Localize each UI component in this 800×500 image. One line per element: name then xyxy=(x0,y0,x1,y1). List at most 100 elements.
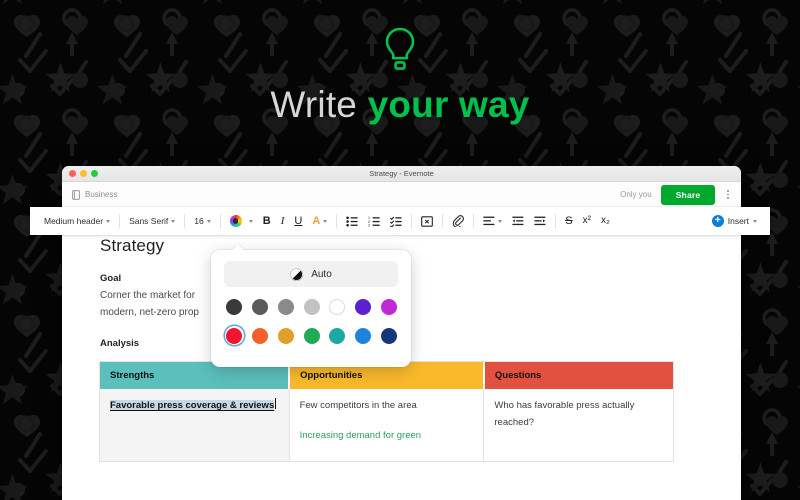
swatch-amber[interactable] xyxy=(276,326,295,345)
traffic-lights[interactable] xyxy=(69,170,98,177)
swatch-light-gray[interactable] xyxy=(302,297,321,316)
chevron-down-icon xyxy=(753,219,757,223)
subscript-button[interactable]: x₂ xyxy=(596,214,615,228)
text-cursor xyxy=(275,398,277,410)
attachment-button[interactable] xyxy=(447,213,469,229)
superscript-button[interactable]: x² xyxy=(578,214,596,228)
font-family-label: Sans Serif xyxy=(129,216,169,226)
color-picker-popover[interactable]: Auto xyxy=(211,244,411,367)
color-swatch-row-1 xyxy=(224,297,398,316)
table-header-questions[interactable]: Questions xyxy=(483,362,673,390)
text-color-button[interactable] xyxy=(225,213,258,229)
underline-label: U xyxy=(294,214,303,227)
notebook-icon xyxy=(72,189,80,200)
numbered-list-icon: 1 2 3 xyxy=(368,216,380,227)
outdent-icon xyxy=(534,216,546,226)
cell-questions[interactable]: Who has favorable press actually reached… xyxy=(484,389,673,461)
notebook-selector[interactable]: Business xyxy=(71,189,118,200)
code-block-button[interactable] xyxy=(416,214,438,229)
swatch-magenta[interactable] xyxy=(379,297,398,316)
zoom-button[interactable] xyxy=(91,170,98,177)
highlight-button[interactable]: A xyxy=(307,214,332,229)
swatch-teal[interactable] xyxy=(328,326,347,345)
numbered-list-button[interactable]: 1 2 3 xyxy=(363,214,385,229)
attachment-icon xyxy=(453,215,465,227)
cell-strengths[interactable]: Favorable press coverage & reviews xyxy=(100,389,290,462)
outdent-button[interactable] xyxy=(529,214,551,228)
plus-icon: + xyxy=(711,215,724,227)
color-swatch-row-2 xyxy=(224,326,398,345)
insert-button[interactable]: + Insert xyxy=(711,215,761,227)
font-family-select[interactable]: Sans Serif xyxy=(124,214,180,228)
notebook-label: Business xyxy=(85,190,118,199)
auto-label: Auto xyxy=(311,268,332,280)
chevron-down-icon xyxy=(106,219,111,223)
bold-button[interactable]: B xyxy=(258,214,276,229)
format-toolbar: Medium header Sans Serif 16 B I U A 1 2 … xyxy=(30,207,770,235)
color-wheel-icon xyxy=(229,215,242,227)
auto-color-button[interactable]: Auto xyxy=(224,261,398,287)
divider xyxy=(219,214,221,228)
font-size-select[interactable]: 16 xyxy=(189,214,215,228)
swot-table[interactable]: Strengths Opportunities Questions Favora… xyxy=(100,362,673,462)
chevron-down-icon xyxy=(498,219,503,223)
goal-text-left: Corner the market for xyxy=(100,290,196,301)
strikethrough-button[interactable]: S xyxy=(560,214,577,229)
window-titlebar: Strategy - Evernote xyxy=(62,166,741,182)
superscript-label: x² xyxy=(582,215,591,226)
paragraph-style-label: Medium header xyxy=(44,216,104,226)
cell-opportunities[interactable]: Few competitors in the area Increasing d… xyxy=(289,389,485,462)
code-block-icon xyxy=(421,215,434,227)
bold-label: B xyxy=(262,214,271,227)
window-title: Strategy - Evernote xyxy=(369,169,434,178)
bullet-list-icon xyxy=(346,216,358,226)
divider xyxy=(184,214,186,228)
swatch-purple[interactable] xyxy=(354,297,373,316)
swatch-gray[interactable] xyxy=(276,297,295,316)
visibility-label: Only you xyxy=(620,190,652,199)
indent-button[interactable] xyxy=(507,214,529,228)
note-header-bar: Business Only you Share xyxy=(62,182,741,208)
swatch-red[interactable] xyxy=(225,326,244,345)
indent-icon xyxy=(512,216,524,226)
page-title: Write your way xyxy=(270,84,529,126)
strikethrough-label: S xyxy=(565,214,573,227)
opportunity-line-2: Increasing demand for green xyxy=(299,430,422,441)
subscript-label: x₂ xyxy=(600,215,610,226)
close-button[interactable] xyxy=(69,170,76,177)
italic-label: I xyxy=(280,214,285,227)
bullet-list-button[interactable] xyxy=(341,214,363,229)
swatch-dark-gray[interactable] xyxy=(251,297,270,316)
swatch-green[interactable] xyxy=(302,326,321,345)
checklist-button[interactable] xyxy=(385,214,407,229)
hero-section: Write your way xyxy=(0,0,800,160)
headline-part-1: Write xyxy=(270,84,368,125)
swatch-white[interactable] xyxy=(328,297,347,316)
table-row[interactable]: Favorable press coverage & reviews Few c… xyxy=(100,389,673,462)
goal-text-line2: modern, net-zero prop xyxy=(100,307,199,319)
divider xyxy=(555,214,557,228)
font-size-label: 16 xyxy=(194,216,204,226)
swatch-navy[interactable] xyxy=(379,326,398,345)
minimize-button[interactable] xyxy=(80,170,87,177)
divider xyxy=(119,214,121,228)
checklist-icon xyxy=(390,216,402,227)
underline-button[interactable]: U xyxy=(289,214,307,229)
italic-button[interactable]: I xyxy=(276,214,290,229)
more-options-icon[interactable] xyxy=(724,188,732,200)
paragraph-style-select[interactable]: Medium header xyxy=(39,214,115,228)
align-button[interactable] xyxy=(478,214,507,228)
swatch-near-black[interactable] xyxy=(225,297,244,316)
note-header-actions: Only you Share xyxy=(620,184,732,205)
divider xyxy=(473,214,475,228)
chevron-down-icon xyxy=(171,219,176,223)
opportunity-line-1: Few competitors in the area xyxy=(299,400,417,412)
share-button[interactable]: Share xyxy=(660,184,716,205)
divider xyxy=(336,214,338,228)
lightbulb-icon xyxy=(385,27,415,70)
swatch-orange[interactable] xyxy=(251,326,270,345)
selected-text[interactable]: Favorable press coverage & reviews xyxy=(110,400,275,412)
swatch-blue[interactable] xyxy=(354,326,373,345)
svg-text:3: 3 xyxy=(368,223,370,226)
popover-arrow xyxy=(231,244,245,251)
